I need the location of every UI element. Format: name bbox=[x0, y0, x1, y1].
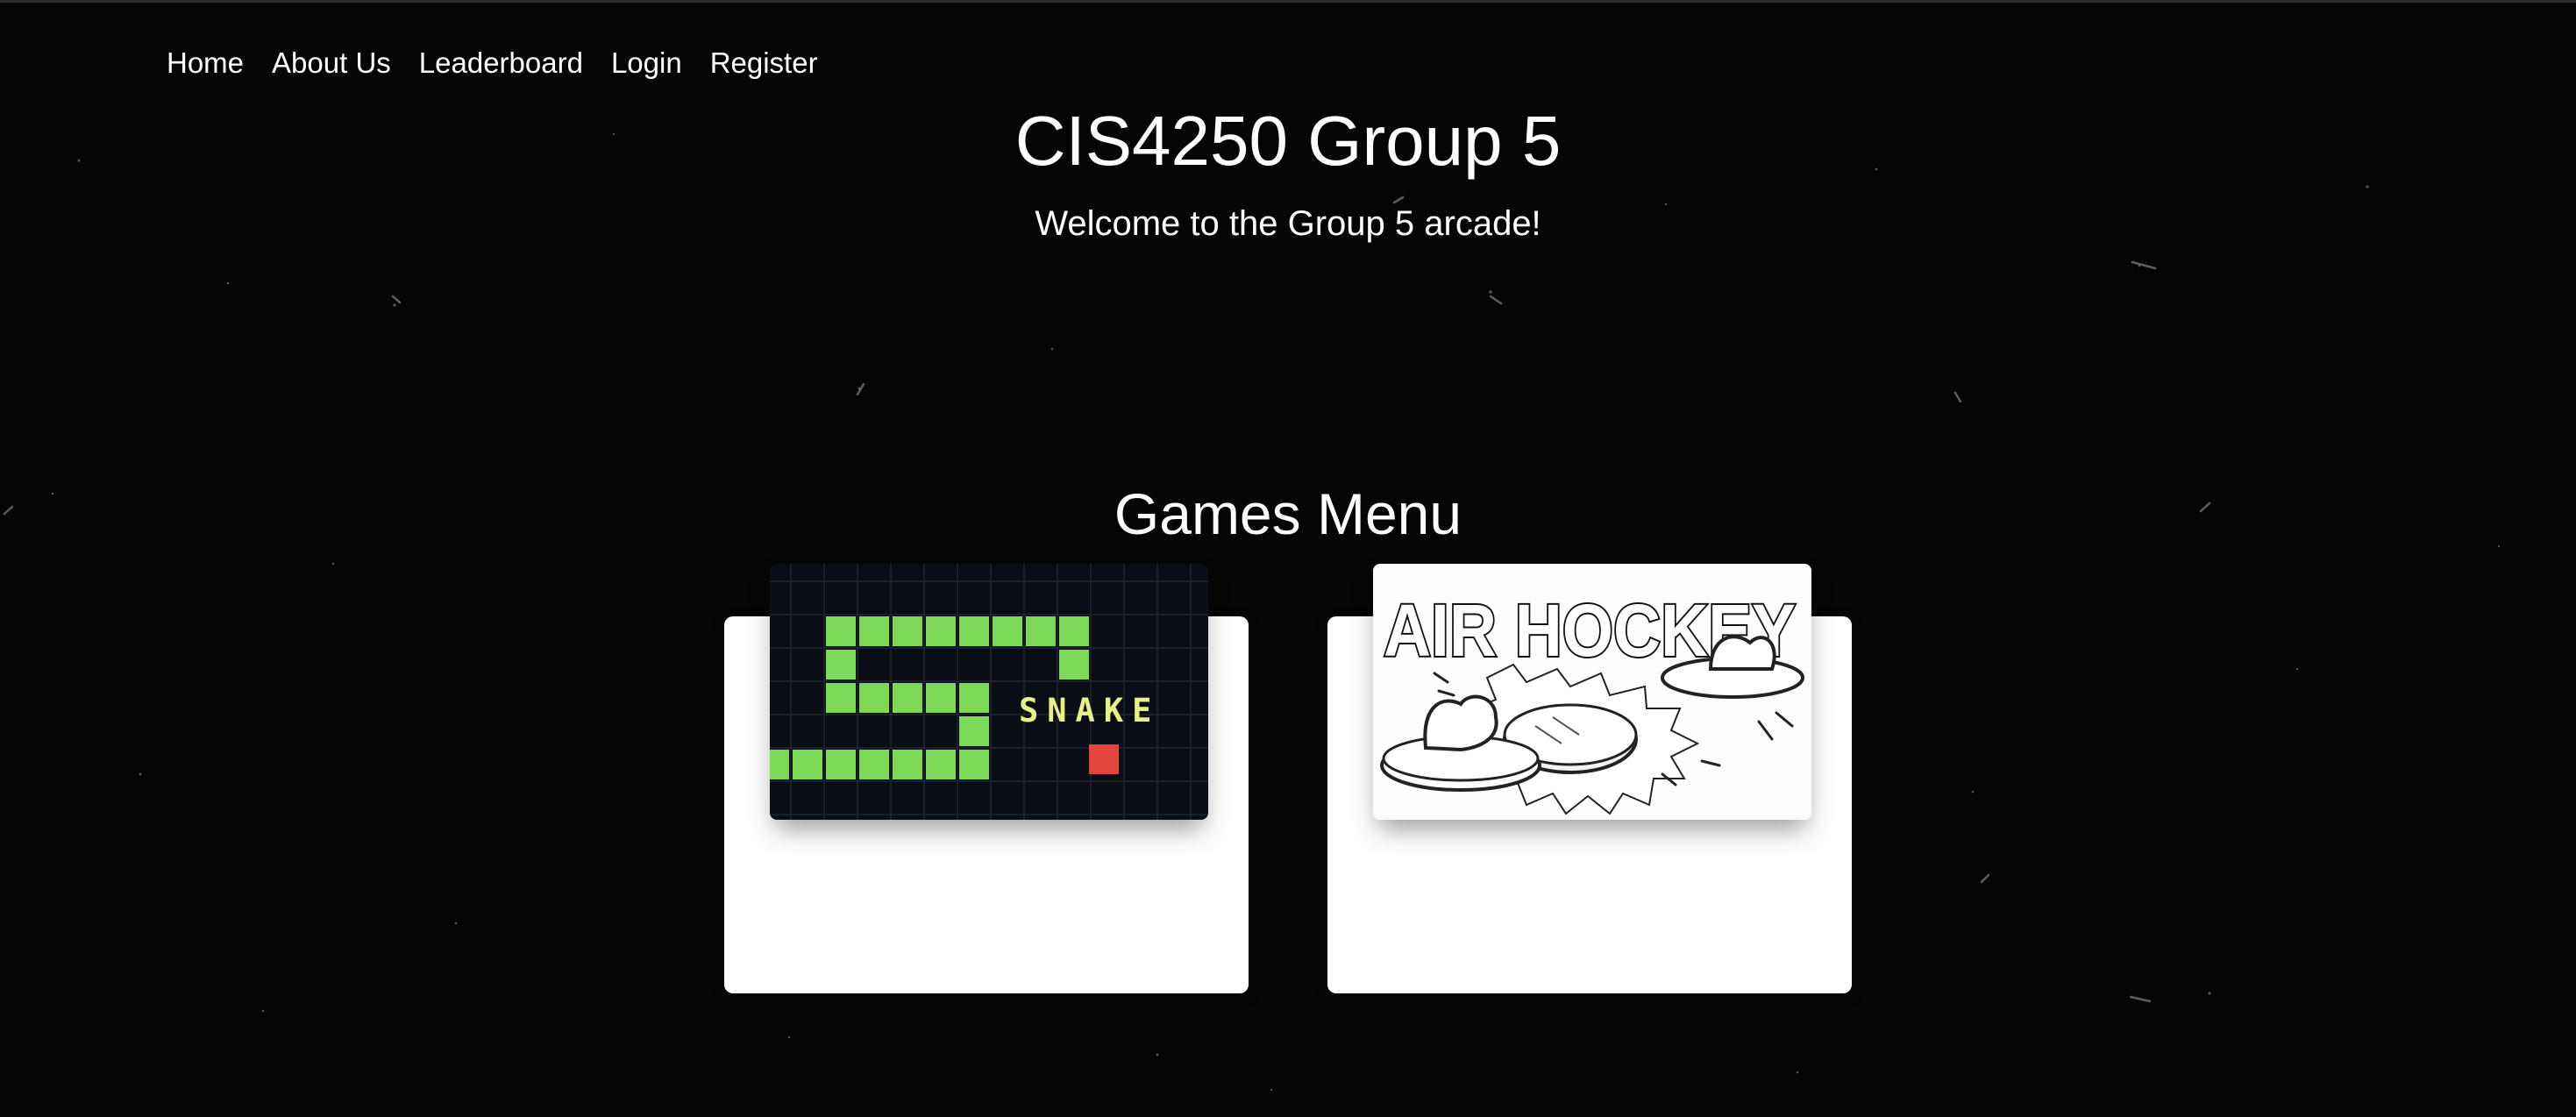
snake-game-thumbnail[interactable]: SNAKE bbox=[770, 564, 1208, 820]
nav-register-link[interactable]: Register bbox=[710, 46, 818, 80]
snake-image-text: SNAKE bbox=[1019, 692, 1160, 729]
top-nav: Home About Us Leaderboard Login Register bbox=[167, 46, 818, 80]
page-subtitle: Welcome to the Group 5 arcade! bbox=[1035, 204, 1541, 243]
air-hockey-game-thumbnail[interactable]: AIR HOCKEY bbox=[1373, 564, 1811, 820]
page: Home About Us Leaderboard Login Register… bbox=[0, 0, 2576, 1117]
air-hockey-game-card[interactable]: AIR HOCKEY bbox=[1327, 564, 1852, 993]
games-menu-title: Games Menu bbox=[1114, 481, 1462, 546]
nav-leaderboard-link[interactable]: Leaderboard bbox=[419, 46, 583, 80]
nav-about-us-link[interactable]: About Us bbox=[272, 46, 391, 80]
nav-home-link[interactable]: Home bbox=[167, 46, 244, 80]
air-hockey-image: AIR HOCKEY bbox=[1373, 564, 1811, 820]
snake-image: SNAKE bbox=[770, 564, 1208, 820]
nav-login-link[interactable]: Login bbox=[611, 46, 682, 80]
page-title: CIS4250 Group 5 bbox=[1014, 102, 1562, 180]
snake-game-card[interactable]: SNAKE bbox=[724, 564, 1249, 993]
